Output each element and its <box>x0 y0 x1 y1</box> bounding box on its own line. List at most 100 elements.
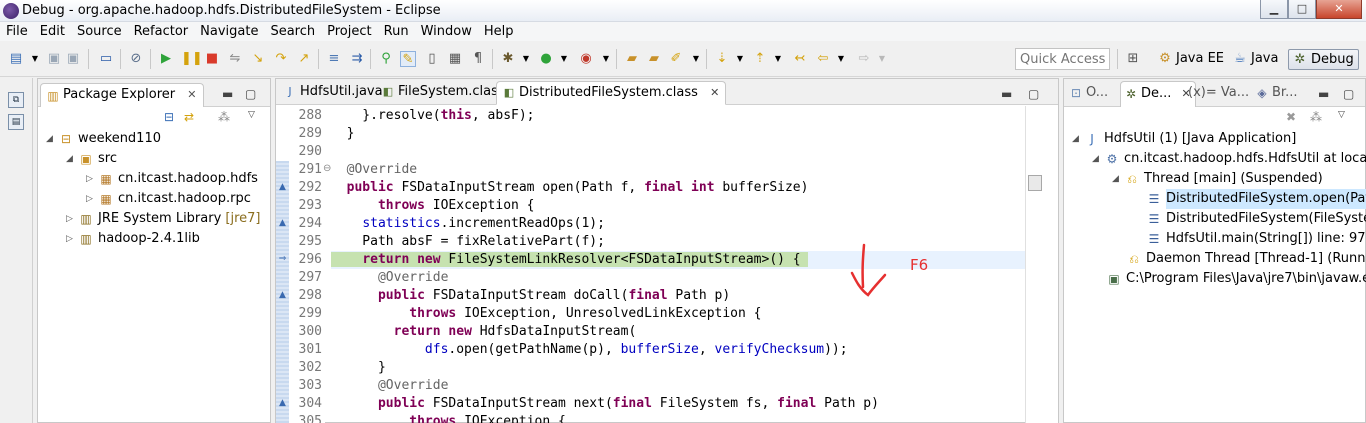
minimize-view-icon[interactable]: ▬ <box>222 87 233 101</box>
step-into-icon[interactable]: ↘ <box>250 51 266 67</box>
run-icon[interactable]: ● <box>538 51 554 67</box>
back-icon[interactable]: ⇦ <box>815 51 831 67</box>
stack-frame-icon: ☰ <box>1148 212 1160 226</box>
expanded-arrow-icon[interactable]: ◢ <box>1092 149 1102 169</box>
resume-icon[interactable]: ▶ <box>158 51 174 67</box>
search-brush-icon[interactable]: ✐ <box>668 51 684 67</box>
collapsed-arrow-icon[interactable]: ▷ <box>66 229 76 249</box>
perspective-java-ee[interactable]: ⚙ Java EE <box>1154 49 1228 70</box>
line-number: 293 <box>298 198 322 213</box>
collapsed-arrow-icon[interactable]: ▷ <box>66 209 76 229</box>
expanded-arrow-icon[interactable]: ◢ <box>66 149 76 169</box>
pin-icon[interactable]: ⚲ <box>378 51 394 67</box>
show-source-icon[interactable]: ¶ <box>470 51 486 67</box>
debug-dropdown-icon[interactable]: ▼ <box>518 51 534 67</box>
new-dropdown-icon[interactable]: ▼ <box>27 51 43 67</box>
collapsed-arrow-icon[interactable]: ▷ <box>86 169 96 189</box>
step-over-icon[interactable]: ↷ <box>273 51 289 67</box>
save-icon[interactable]: ▣ <box>46 51 62 67</box>
collapsed-arrow-icon[interactable]: ▷ <box>86 189 96 209</box>
editor-body[interactable]: ▲ ▲ ⇒ ▲ ▲ 288 289 290 291 292 293 294 29… <box>276 106 1058 423</box>
external-tools-icon[interactable]: ◉ <box>578 51 594 67</box>
perspective-java[interactable]: ☕ Java <box>1229 49 1282 70</box>
terminate-icon[interactable]: ■ <box>204 51 220 67</box>
highlight-icon[interactable]: ✎ <box>400 51 416 67</box>
quick-access-input[interactable] <box>1015 48 1110 70</box>
view-menu-icon[interactable]: ▽ <box>1338 110 1345 120</box>
skip-breakpoints-icon[interactable]: ⊘ <box>128 51 144 67</box>
minimize-view-icon[interactable]: ▬ <box>1318 87 1329 101</box>
tab-outline[interactable]: ⊡ O... <box>1066 81 1112 107</box>
remove-terminated-icon[interactable]: ✖ <box>1286 110 1296 124</box>
restore-icon[interactable]: ⧉ <box>8 92 24 108</box>
maximize-view-icon[interactable]: ▢ <box>1343 87 1354 101</box>
step-return-icon[interactable]: ↗ <box>296 51 312 67</box>
menu-navigate[interactable]: Navigate <box>194 22 264 41</box>
menu-file[interactable]: File <box>0 22 34 41</box>
menu-project[interactable]: Project <box>321 22 377 41</box>
close-icon[interactable]: ✕ <box>187 88 196 101</box>
tab-hdfsutil-label: HdfsUtil.java <box>300 84 383 99</box>
save-all-icon[interactable]: ▣ <box>65 51 81 67</box>
perspective-debug[interactable]: ✲ Debug <box>1288 49 1359 70</box>
menu-source[interactable]: Source <box>71 22 128 41</box>
tab-variables[interactable]: (x)= Va... <box>1184 81 1253 107</box>
external-tools-dropdown-icon[interactable]: ▼ <box>598 51 614 67</box>
tab-distributedfilesystem-class[interactable]: ◧ DistributedFileSystem.class ✕ <box>496 81 727 105</box>
next-annotation-dropdown-icon[interactable]: ▼ <box>732 51 748 67</box>
maximize-button[interactable]: □ <box>1288 0 1316 19</box>
tab-breakpoints[interactable]: ◈ Br... <box>1252 81 1301 107</box>
expanded-arrow-icon[interactable]: ◢ <box>1112 169 1122 189</box>
editor-scrollbar[interactable] <box>1025 106 1058 423</box>
menu-refactor[interactable]: Refactor <box>128 22 195 41</box>
maximize-view-icon[interactable]: ▢ <box>245 87 256 101</box>
show-whitespace-icon[interactable]: ▯ <box>424 51 440 67</box>
open-perspective-button[interactable]: ⊞ <box>1122 49 1150 70</box>
new-file-icon[interactable]: ▤ <box>8 51 24 67</box>
minimize-editor-icon[interactable]: ▬ <box>1001 87 1012 101</box>
block-selection-icon[interactable]: ▦ <box>447 51 463 67</box>
expanded-arrow-icon[interactable]: ◢ <box>1072 129 1082 149</box>
close-button[interactable]: ✕ <box>1316 0 1362 19</box>
collapse-all-icon[interactable]: ⊟ <box>164 110 174 124</box>
close-icon[interactable]: ✕ <box>710 86 719 99</box>
scrollbar-thumb[interactable] <box>1028 175 1042 191</box>
menu-search[interactable]: Search <box>264 22 321 41</box>
focus-task-icon[interactable]: ⁂ <box>218 110 230 124</box>
new-java-package-icon[interactable]: ▰ <box>624 51 640 67</box>
maximize-editor-icon[interactable]: ▢ <box>1028 87 1039 101</box>
view-menu-icon[interactable]: ▽ <box>248 110 255 120</box>
menu-window[interactable]: Window <box>415 22 478 41</box>
next-annotation-icon[interactable]: ⇣ <box>714 51 730 67</box>
use-step-filters-icon[interactable]: ⇉ <box>349 51 365 67</box>
line-number: 305 <box>298 414 322 423</box>
back-dropdown-icon[interactable]: ▼ <box>833 51 849 67</box>
suspend-icon[interactable]: ❚❚ <box>181 51 203 67</box>
menu-run[interactable]: Run <box>378 22 415 41</box>
disconnect-icon[interactable]: ⇋ <box>227 51 243 67</box>
previous-annotation-icon[interactable]: ⇡ <box>752 51 768 67</box>
suspended-thread-icon: ⎌ <box>1127 172 1137 186</box>
last-edit-location-icon[interactable]: ↢ <box>792 51 808 67</box>
minimize-button[interactable]: ▁ <box>1260 0 1288 19</box>
menu-help[interactable]: Help <box>478 22 520 41</box>
open-type-icon[interactable]: ▰ <box>646 51 662 67</box>
debug-icon[interactable]: ✱ <box>500 51 516 67</box>
previous-annotation-dropdown-icon[interactable]: ▼ <box>770 51 786 67</box>
drop-to-frame-icon[interactable]: ≡ <box>326 51 342 67</box>
tab-package-explorer[interactable]: ▥ Package Explorer ✕ <box>40 83 204 107</box>
search-dropdown-icon[interactable]: ▼ <box>688 51 704 67</box>
tab-filesystem-class[interactable]: ◧ FileSystem.class <box>376 81 511 105</box>
forward-dropdown-icon[interactable]: ▼ <box>874 51 890 67</box>
link-with-editor-icon[interactable]: ⇄ <box>184 110 194 124</box>
terminal-icon[interactable]: ▭ <box>98 51 114 67</box>
minimized-view-icon[interactable]: ▤ <box>8 114 24 130</box>
forward-icon[interactable]: ⇨ <box>856 51 872 67</box>
line-number: 299 <box>298 306 322 321</box>
expanded-arrow-icon[interactable]: ◢ <box>46 129 56 149</box>
tab-hdfsutil-java[interactable]: J HdfsUtil.java <box>278 81 389 105</box>
focus-icon[interactable]: ⁂ <box>1310 110 1322 124</box>
menu-edit[interactable]: Edit <box>34 22 71 41</box>
run-dropdown-icon[interactable]: ▼ <box>556 51 572 67</box>
